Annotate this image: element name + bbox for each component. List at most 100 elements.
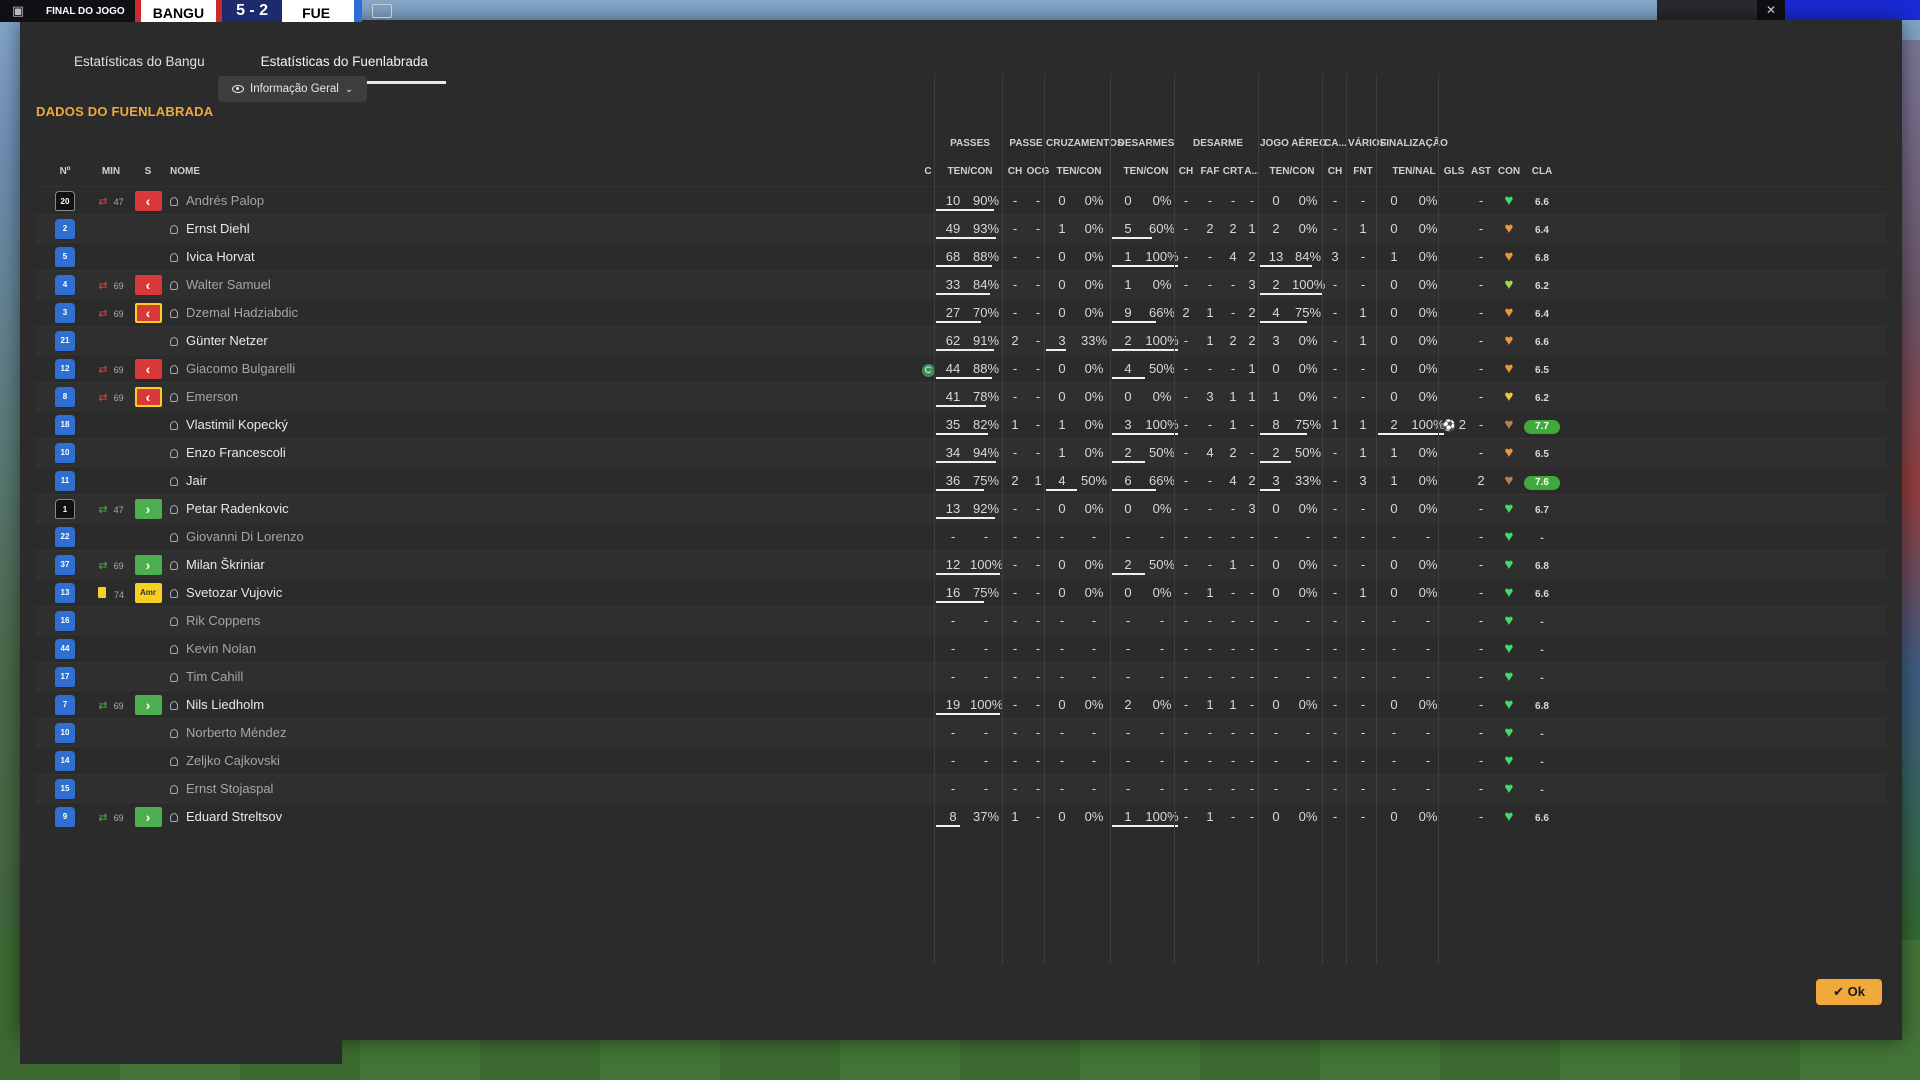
player-name[interactable]: Tim Cahill xyxy=(170,663,670,691)
player-name[interactable]: Enzo Francescoli xyxy=(170,439,670,467)
key-passes: - xyxy=(1012,529,1018,544)
table-row[interactable]: 13 74 Amr Svetozar Vujovic 16 75% - -0 0% 0 0% -1- -… xyxy=(36,578,1886,606)
crosses-attempts: - xyxy=(1059,641,1065,656)
shots-attempts: 0 xyxy=(1390,501,1398,516)
player-name[interactable]: Svetozar Vujovic xyxy=(170,579,670,607)
column-header[interactable]: CH xyxy=(1176,166,1196,177)
player-name[interactable]: Dzemal Hadziabdic xyxy=(170,299,670,327)
tackles-attempts: - xyxy=(1125,641,1131,656)
column-header[interactable]: MIN xyxy=(98,166,124,177)
event-cell xyxy=(134,411,162,439)
player-name[interactable]: Ernst Diehl xyxy=(170,215,670,243)
shots-bar xyxy=(1378,433,1444,435)
column-header[interactable]: CRT xyxy=(1222,166,1244,177)
shots-attempts: 0 xyxy=(1390,193,1398,208)
player-name[interactable]: Giovanni Di Lorenzo xyxy=(170,523,670,551)
column-header[interactable]: Nº xyxy=(52,166,78,177)
minute-cell xyxy=(98,719,124,747)
column-header[interactable]: CLA xyxy=(1522,166,1562,177)
tackle-a: - xyxy=(1249,641,1255,656)
table-row[interactable]: 8 ⇄ 69 ‹ Emerson 41 78% - -0 0% 0 0% -3 1 1 1 0% - -0 0% - ♥ 6… xyxy=(36,382,1886,410)
player-name[interactable]: Walter Samuel xyxy=(170,271,670,299)
player-name[interactable]: Norberto Méndez xyxy=(170,719,670,747)
table-row[interactable]: 15 Ernst Stojaspal - - - - - - - - - - - - - - - - - - - ♥ - xyxy=(36,774,1886,802)
crosses-pct: 0% xyxy=(1084,389,1104,404)
player-name[interactable]: Günter Netzer xyxy=(170,327,670,355)
top-right-controls: ✕ xyxy=(1657,0,1920,20)
tackle-a: 1 xyxy=(1248,221,1256,236)
player-name[interactable]: Nils Liedholm xyxy=(170,691,670,719)
close-icon[interactable]: ✕ xyxy=(1757,0,1785,20)
goals-cell xyxy=(1440,271,1468,299)
tackles-attempts: 2 xyxy=(1124,697,1132,712)
column-header[interactable]: TEN/CON xyxy=(1046,166,1112,177)
aerial-pct: 0% xyxy=(1298,193,1318,208)
player-name[interactable]: Giacomo Bulgarelli xyxy=(170,355,670,383)
column-header[interactable]: S xyxy=(134,166,162,177)
column-header[interactable]: FNT xyxy=(1348,166,1378,177)
column-header[interactable]: A... xyxy=(1242,166,1262,177)
player-name[interactable]: Andrés Palop xyxy=(170,187,670,215)
player-name[interactable]: Ivica Horvat xyxy=(170,243,670,271)
time-control[interactable] xyxy=(1657,0,1757,20)
column-header[interactable]: TEN/CON xyxy=(1112,166,1180,177)
continue-button[interactable] xyxy=(1785,0,1920,20)
minute-cell xyxy=(98,215,124,243)
tab-home-stats[interactable]: Estatísticas do Bangu xyxy=(56,48,223,84)
player-name[interactable]: Zeljko Cajkovski xyxy=(170,747,670,775)
column-header[interactable]: CH xyxy=(1324,166,1346,177)
table-row[interactable]: 12 ⇄ 69 ‹ Giacomo Bulgarelli C 44 88% - -0 0% 4 50% -… xyxy=(36,354,1886,382)
table-row[interactable]: 10 Enzo Francescoli 34 94% - -1 0% 2 50% -4 2-2 50%… xyxy=(36,438,1886,466)
column-header[interactable]: FAF xyxy=(1198,166,1222,177)
table-row[interactable]: 5 Ivica Horvat 68 88% - -0 0% 1 100% - -4 2 13 84% 3-1… xyxy=(36,242,1886,270)
table-row[interactable]: 16 Rik Coppens - - - - - - - - - - - - - - - - - - - ♥ - xyxy=(36,606,1886,634)
table-row[interactable]: 14 Zeljko Cajkovski - - - - - - - - - - - - - - - - - - - ♥ - xyxy=(36,746,1886,774)
table-row[interactable]: 11 Jair 36 75% 2 1 4 50% 6 66% - -4 2 3 33% -3 1 0% 2 ♥ 7.6 xyxy=(36,466,1886,494)
column-header[interactable]: TEN/CON xyxy=(1260,166,1324,177)
table-row[interactable]: 44 Kevin Nolan - - - - - - - - - - - - - - - - - - - ♥ - xyxy=(36,634,1886,662)
column-header[interactable]: NOME xyxy=(170,166,430,177)
column-divider xyxy=(1002,74,1003,964)
table-row[interactable]: 37 ⇄ 69 › Milan Škriniar 12 100% - -0 0% 2 50% - -1-0… xyxy=(36,550,1886,578)
player-name[interactable]: Rik Coppens xyxy=(170,607,670,635)
player-name[interactable]: Vlastimil Kopecký xyxy=(170,411,670,439)
player-name[interactable]: Emerson xyxy=(170,383,670,411)
player-name[interactable]: Jair xyxy=(170,467,670,495)
table-row[interactable]: 4 ⇄ 69 ‹ Walter Samuel 33 84% - -0 0% 1 0% - - -3 2 100%… xyxy=(36,270,1886,298)
player-name[interactable]: Eduard Streltsov xyxy=(170,803,670,831)
tackle-a: - xyxy=(1249,417,1255,432)
home-team: BANGU xyxy=(140,0,217,22)
sub-off-icon: ⇄ xyxy=(98,392,108,404)
player-name[interactable]: Milan Škriniar xyxy=(170,551,670,579)
passes-attempts: - xyxy=(950,529,956,544)
table-row[interactable]: 21 Günter Netzer 62 91% 2-3 33% 2 100% -1 2 2 3 0% -1… xyxy=(36,326,1886,354)
passes-bar xyxy=(936,713,1000,715)
ok-button[interactable]: ✔ Ok xyxy=(1816,979,1882,1005)
table-row[interactable]: 20 ⇄ 47 ‹ Andrés Palop 10 90% - -0 0% 0 0% - - - -0 0% - -… xyxy=(36,186,1886,214)
table-row[interactable]: 2 Ernst Diehl 49 93% - -1 0% 5 60% -2 2 1 2 0% -1 0 0% - ♥… xyxy=(36,214,1886,242)
table-row[interactable]: 1 ⇄ 47 › Petar Radenkovic 13 92% - -0 0% 0 0% - - -3 0 0… xyxy=(36,494,1886,522)
column-header[interactable]: CH xyxy=(1004,166,1026,177)
table-row[interactable]: 10 Norberto Méndez - - - - - - - - - - - - - - - - - - - ♥ - xyxy=(36,718,1886,746)
column-header[interactable]: GLS xyxy=(1440,166,1468,177)
table-row[interactable]: 18 Vlastimil Kopecký 35 82% 1-1 0% 3 100% - -1-8 7… xyxy=(36,410,1886,438)
substituted-off-icon: ‹ xyxy=(134,303,162,323)
column-header[interactable]: AST xyxy=(1468,166,1494,177)
player-name[interactable]: Petar Radenkovic xyxy=(170,495,670,523)
column-header[interactable]: CON xyxy=(1494,166,1524,177)
table-row[interactable]: 22 Giovanni Di Lorenzo - - - - - - - - - - - - - - - - - - -… xyxy=(36,522,1886,550)
condition-heart-icon: ♥ xyxy=(1504,752,1514,769)
player-name[interactable]: Ernst Stojaspal xyxy=(170,775,670,803)
view-selector[interactable]: Informação Geral ⌄ xyxy=(218,76,368,102)
goals-cell xyxy=(1440,467,1468,495)
table-row[interactable]: 9 ⇄ 69 › Eduard Streltsov 8 37% 1-0 0% 1 100% -1- -0… xyxy=(36,802,1886,830)
table-row[interactable]: 17 Tim Cahill - - - - - - - - - - - - - - - - - - - ♥ - xyxy=(36,662,1886,690)
table-row[interactable]: 7 ⇄ 69 › Nils Liedholm 19 100% - -0 0% 2 0% -1 1-0 0% -… xyxy=(36,690,1886,718)
screen-icon[interactable] xyxy=(372,4,393,18)
table-row[interactable]: 3 ⇄ 69 ‹ Dzemal Hadziabdic 27 70% - -0 0% 9 66% 2 1-2… xyxy=(36,298,1886,326)
player-name[interactable]: Kevin Nolan xyxy=(170,635,670,663)
passes-bar xyxy=(936,489,984,491)
aerial-attempts: - xyxy=(1273,641,1279,656)
column-header[interactable]: TEN/CON xyxy=(936,166,1004,177)
person-icon xyxy=(170,477,178,486)
